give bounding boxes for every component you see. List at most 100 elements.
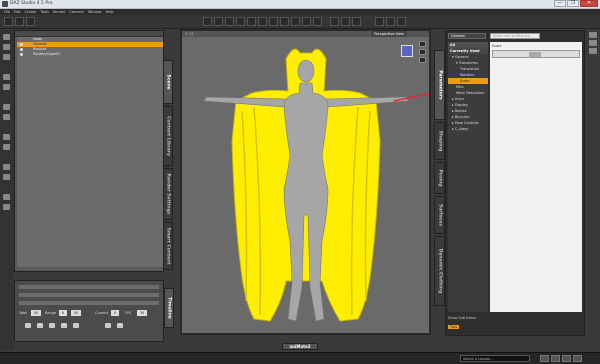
parameters-pane: Genesis Enter text to filter by... All C…	[445, 30, 585, 336]
lesson-select[interactable]: Select a Lesson...	[460, 355, 530, 362]
figure-icon[interactable]	[3, 74, 10, 80]
forward-icon[interactable]	[562, 355, 571, 362]
menu-create[interactable]: Create	[25, 10, 37, 14]
tab-dynamic-clothing[interactable]: Dynamic Clothing	[434, 236, 445, 306]
joint-editor-icon[interactable]	[280, 17, 289, 26]
close-button[interactable]: ✕	[580, 0, 598, 7]
timeline-scrubber[interactable]	[19, 285, 159, 289]
play-icon[interactable]	[49, 323, 55, 328]
geometry-editor-icon[interactable]	[291, 17, 300, 26]
scene-node-label: Node	[33, 37, 43, 41]
back-icon[interactable]	[551, 355, 560, 362]
tree-item-c-away[interactable]: ▸ C_Away	[448, 126, 488, 132]
fps-field[interactable]: 30	[137, 310, 147, 316]
pin-icon[interactable]	[386, 17, 395, 26]
wrench-icon[interactable]	[3, 174, 10, 180]
scene-item-cape[interactable]: MysteryCape01	[17, 52, 163, 57]
scale-slider[interactable]	[492, 50, 580, 58]
current-field[interactable]: 0	[111, 310, 119, 316]
options-icon[interactable]	[589, 32, 597, 38]
light-icon[interactable]	[352, 17, 361, 26]
keyframe-track[interactable]	[19, 293, 159, 297]
menu-render[interactable]: Render	[53, 10, 65, 14]
save-file-icon[interactable]	[3, 54, 10, 60]
save-icon[interactable]	[26, 17, 35, 26]
total-field[interactable]: 30	[31, 310, 41, 316]
tab-label: Timeline	[166, 297, 172, 319]
tab-posing[interactable]: Posing	[434, 162, 445, 194]
open-file-icon[interactable]	[3, 44, 10, 50]
menu-connect[interactable]: Connect	[69, 10, 83, 14]
eye-icon[interactable]	[20, 48, 23, 51]
range-start-field[interactable]: 0	[59, 310, 67, 316]
tab-label: Dynamic Clothing	[437, 248, 442, 294]
spot-render-icon[interactable]	[313, 17, 322, 26]
tab-animate2[interactable]: aniMate2	[282, 343, 318, 350]
menu-help[interactable]: Help	[106, 10, 114, 14]
tab-render-settings[interactable]: Render Settings	[163, 168, 173, 220]
eye-icon[interactable]	[20, 43, 23, 46]
surface-selection-icon[interactable]	[302, 17, 311, 26]
refresh-icon[interactable]	[589, 48, 597, 54]
camera-strip-icon[interactable]	[3, 144, 10, 150]
show-sub-items-checkbox[interactable]: Show Sub Items	[448, 316, 476, 320]
home-icon[interactable]	[573, 355, 582, 362]
rewind-icon[interactable]	[25, 323, 31, 328]
total-label: Total	[19, 311, 28, 315]
scale-tool-icon[interactable]	[247, 17, 256, 26]
tab-scene[interactable]: Scene	[163, 60, 173, 104]
lights-icon[interactable]	[3, 114, 10, 120]
tab-surfaces[interactable]: Surfaces	[434, 196, 445, 234]
tab-label: Posing	[437, 169, 442, 187]
open-icon[interactable]	[15, 17, 24, 26]
pose-icon[interactable]	[3, 134, 10, 140]
render-settings-icon[interactable]	[3, 104, 10, 110]
range-end-field[interactable]: 30	[71, 310, 81, 316]
menu-tools[interactable]: Tools	[40, 10, 49, 14]
tips-button[interactable]: Tips	[448, 325, 460, 329]
new-icon[interactable]	[3, 34, 10, 40]
prop-icon[interactable]	[3, 84, 10, 90]
fps-label: FPS	[125, 311, 132, 315]
tool-settings-icon[interactable]	[375, 17, 384, 26]
remove-key-icon[interactable]	[117, 323, 123, 328]
tab-parameters[interactable]: Parameters	[434, 50, 445, 120]
parameter-filter-input[interactable]: Enter text to filter by...	[490, 33, 540, 39]
tab-shaping[interactable]: Shaping	[434, 122, 445, 160]
viewport[interactable]: Y: 12 Perspective View	[180, 29, 431, 335]
node-weight-tool-icon[interactable]	[269, 17, 278, 26]
prev-frame-icon[interactable]	[37, 323, 43, 328]
wire-icon[interactable]	[3, 194, 10, 200]
next-frame-icon[interactable]	[61, 323, 67, 328]
menu-edit[interactable]: Edit	[14, 10, 21, 14]
maximize-button[interactable]: ❐	[567, 0, 579, 7]
tab-content-library[interactable]: Content Library	[163, 106, 173, 166]
tab-label: Scene	[165, 74, 171, 90]
add-key-icon[interactable]	[105, 323, 111, 328]
node-dropdown[interactable]: Genesis	[448, 33, 486, 39]
pose-tool-icon[interactable]	[214, 17, 223, 26]
translate-tool-icon[interactable]	[236, 17, 245, 26]
new-scene-icon[interactable]	[4, 17, 13, 26]
dial-icon[interactable]	[3, 164, 10, 170]
undo-icon[interactable]	[397, 17, 406, 26]
minimize-button[interactable]: —	[554, 0, 566, 7]
menu-window[interactable]: Window	[88, 10, 102, 14]
tab-label: Surfaces	[437, 203, 442, 227]
tab-timeline[interactable]: Timeline	[164, 288, 174, 328]
tab-smart-content[interactable]: Smart Content	[163, 222, 173, 270]
select-tool-icon[interactable]	[203, 17, 212, 26]
help-icon[interactable]	[540, 355, 549, 362]
keyframe-track[interactable]	[19, 301, 159, 305]
eye-icon[interactable]	[20, 53, 23, 56]
slider-knob[interactable]	[529, 52, 541, 57]
transform-tool-icon[interactable]	[258, 17, 267, 26]
camera-icon[interactable]	[341, 17, 350, 26]
render-icon[interactable]	[330, 17, 339, 26]
lock-icon[interactable]	[589, 40, 597, 46]
rotate-tool-icon[interactable]	[225, 17, 234, 26]
node-icon[interactable]	[3, 204, 10, 210]
tab-label: Shaping	[437, 130, 442, 152]
menu-file[interactable]: File	[4, 10, 10, 14]
fast-forward-icon[interactable]	[73, 323, 79, 328]
